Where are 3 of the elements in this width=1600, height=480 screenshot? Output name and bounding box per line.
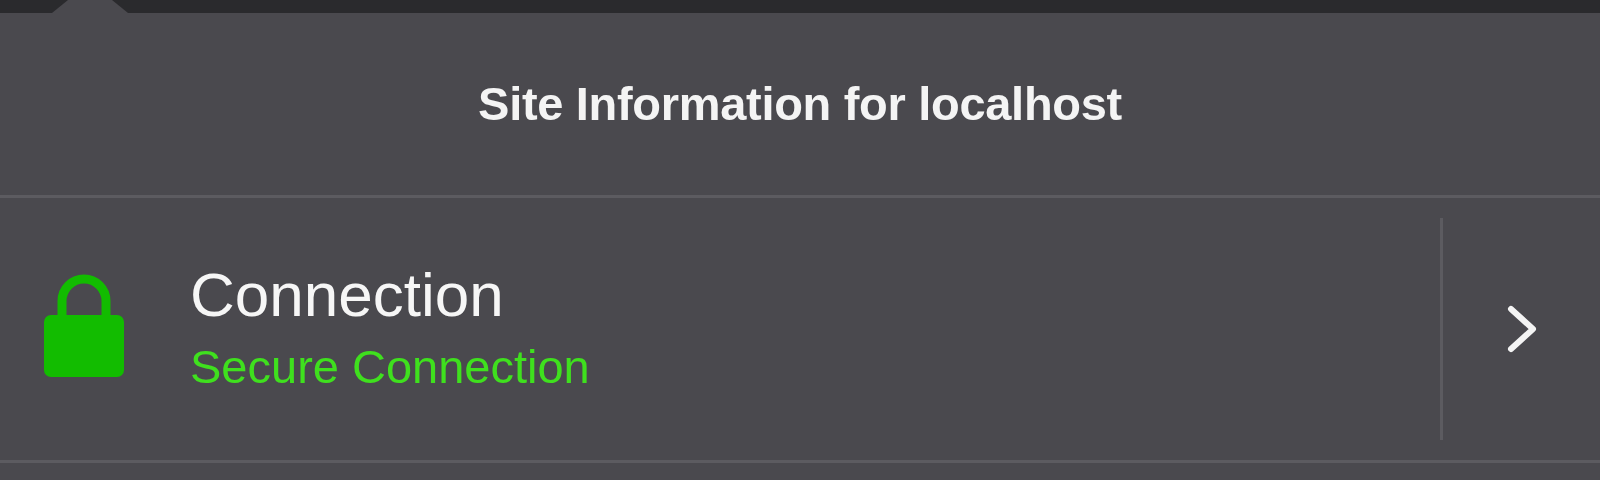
connection-status: Secure Connection	[190, 338, 590, 395]
connection-label: Connection	[190, 261, 505, 330]
panel-title: Site Information for localhost	[478, 75, 1122, 132]
